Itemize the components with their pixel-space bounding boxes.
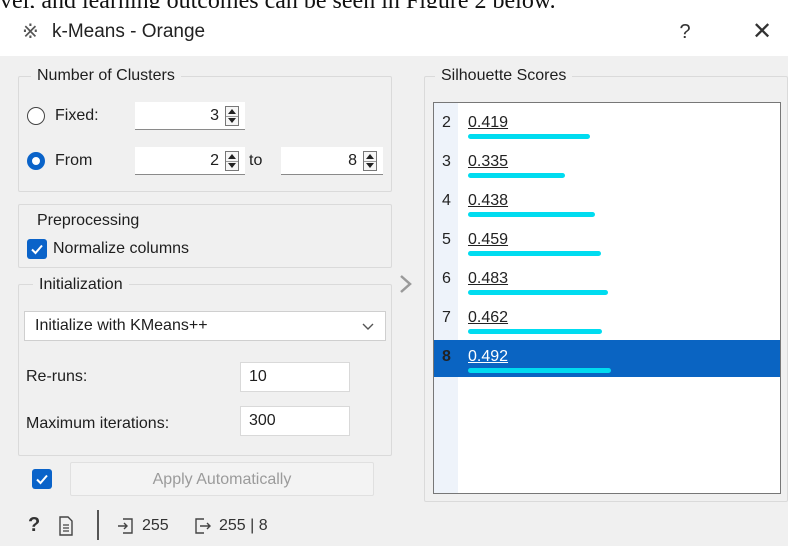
normalize-columns-label: Normalize columns [53,240,190,257]
spin-arrows-icon[interactable] [225,106,239,126]
output-icon [194,517,212,540]
to-clusters-value: 8 [348,152,357,169]
silhouette-score-bar [468,134,590,139]
spin-arrows-icon[interactable] [225,151,239,171]
to-clusters-spinbox[interactable]: 8 [281,147,383,175]
normalize-checkbox[interactable] [27,239,47,259]
silhouette-score-bar [468,212,595,217]
silhouette-score-bar [468,329,602,334]
silhouette-score-bar [468,290,608,295]
preprocessing-title: Preprocessing [37,212,140,229]
number-of-clusters-title: Number of Clusters [31,66,181,86]
silhouette-score: 0.335 [468,153,509,170]
silhouette-score-bar [468,173,565,178]
from-clusters-spinbox[interactable]: 2 [135,147,245,175]
silhouette-row[interactable]: 5 0.459 [434,223,780,260]
initialization-method-value: Initialize with KMeans++ [35,317,208,334]
silhouette-row[interactable]: 2 0.419 [434,106,780,143]
cluster-count: 7 [442,309,451,326]
window-title: k-Means - Orange [52,21,206,42]
status-separator [97,510,99,540]
help-icon[interactable]: ? [28,514,40,537]
to-label: to [249,152,263,169]
silhouette-score: 0.462 [468,309,509,326]
number-of-clusters-group: Number of Clusters Fixed: 3 From 2 to 8 [18,66,392,192]
fixed-label: Fixed: [55,107,99,124]
silhouette-scores-list[interactable]: 2 0.419 3 0.335 4 0.438 5 0.459 6 0.483 7 0.462 8 0.4… [433,102,781,494]
help-button[interactable]: ? [670,16,700,48]
silhouette-score-bar [468,251,601,256]
spin-arrows-icon[interactable] [363,151,377,171]
silhouette-score: 0.492 [468,348,509,365]
title-bar: ※ k-Means - Orange ? ✕ [0,8,788,56]
preprocessing-group: Preprocessing Normalize columns [18,204,392,268]
silhouette-row[interactable]: 4 0.438 [434,184,780,221]
cluster-count: 8 [442,348,451,365]
chevron-right-icon[interactable] [397,273,415,300]
from-radio[interactable] [27,152,45,170]
apply-automatically-checkbox[interactable] [32,469,52,489]
kmeans-window: ※ k-Means - Orange ? ✕ Number of Cluster… [0,8,788,546]
silhouette-score: 0.483 [468,270,509,287]
from-label: From [55,152,93,169]
silhouette-score: 0.419 [468,114,509,131]
close-button[interactable]: ✕ [745,16,779,48]
silhouette-row[interactable]: 7 0.462 [434,301,780,338]
orange-app-icon: ※ [22,21,39,43]
silhouette-scores-title: Silhouette Scores [435,66,573,86]
silhouette-score-bar [468,368,611,373]
fixed-radio[interactable] [27,107,45,125]
report-icon[interactable] [58,516,74,541]
silhouette-row[interactable]: 6 0.483 [434,262,780,299]
status-bar: ? 255 255 | 8 [0,508,788,546]
silhouette-score: 0.459 [468,231,509,248]
reruns-label: Re-runs: [26,368,88,385]
apply-automatically-button[interactable]: Apply Automatically [70,462,374,496]
max-iterations-input[interactable]: 300 [240,406,350,436]
max-iterations-label: Maximum iterations: [26,415,170,432]
cluster-count: 3 [442,153,451,170]
silhouette-score: 0.438 [468,192,509,209]
cluster-count: 5 [442,231,451,248]
cluster-count: 4 [442,192,451,209]
input-count: 255 [142,517,169,534]
initialization-method-select[interactable]: Initialize with KMeans++ [24,311,386,341]
cluster-count: 6 [442,270,451,287]
reruns-value: 10 [249,368,267,385]
silhouette-row[interactable]: 8 0.492 [434,340,780,377]
input-icon [117,517,135,540]
initialization-title: Initialization [33,275,129,295]
from-clusters-value: 2 [210,152,219,169]
max-iterations-value: 300 [249,412,276,429]
cluster-count: 2 [442,114,451,131]
chevron-down-icon [361,319,375,338]
output-count: 255 | 8 [219,517,268,534]
fixed-clusters-value: 3 [210,107,219,124]
silhouette-row[interactable]: 3 0.335 [434,145,780,182]
reruns-input[interactable]: 10 [240,362,350,392]
fixed-clusters-spinbox[interactable]: 3 [135,102,245,130]
